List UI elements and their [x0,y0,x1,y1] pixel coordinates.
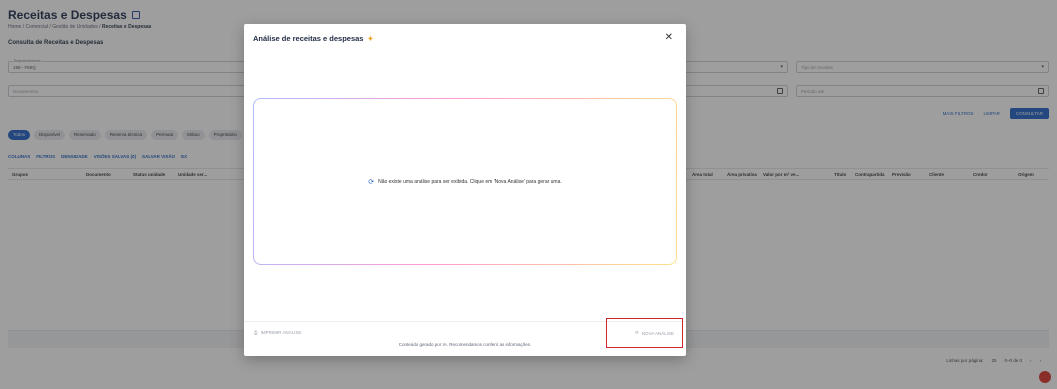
refresh-icon: ⟳ [368,179,375,186]
sparkle-icon: ✦ [367,35,374,43]
close-icon[interactable]: ✕ [665,32,673,43]
print-analysis-label: IMPRIMIR ANÁLISE [260,330,302,335]
analysis-content-area: ⟳ Não existe uma análise para ser exibid… [253,98,677,265]
dialog-title: Análise de receitas e despesas ✦ [253,34,373,43]
print-analysis-button[interactable]: ⎙ IMPRIMIR ANÁLISE [254,330,301,335]
print-icon: ⎙ [254,330,258,335]
ai-disclaimer: Conteúdo gerado por IA. Recomendamos con… [398,342,532,347]
empty-state: ⟳ Não existe uma análise para ser exibid… [254,178,676,186]
empty-message: Não existe uma análise para ser exibida.… [378,179,562,185]
analysis-dialog: Análise de receitas e despesas ✦ ✕ ⟳ Não… [244,24,686,356]
dialog-title-text: Análise de receitas e despesas [253,34,364,43]
